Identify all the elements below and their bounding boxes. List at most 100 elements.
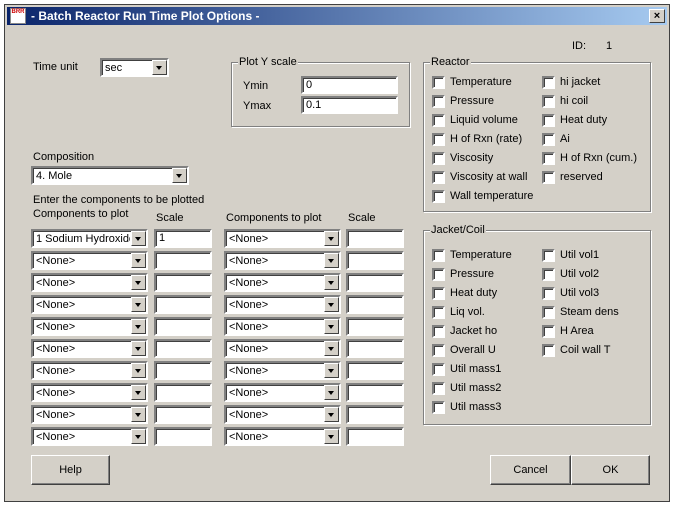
chevron-down-icon[interactable] (131, 429, 146, 444)
component-select[interactable]: <None> (224, 317, 341, 336)
chevron-down-icon[interactable] (131, 363, 146, 378)
component-select[interactable]: <None> (224, 251, 341, 270)
chevron-down-icon[interactable] (324, 385, 339, 400)
chevron-down-icon[interactable] (324, 319, 339, 334)
checkbox-box[interactable] (432, 133, 445, 146)
chevron-down-icon[interactable] (324, 275, 339, 290)
component-select[interactable]: <None> (31, 383, 148, 402)
checkbox-box[interactable] (432, 401, 445, 414)
checkbox-box[interactable] (542, 344, 555, 357)
checkbox-box[interactable] (432, 95, 445, 108)
scale-field[interactable] (154, 295, 212, 314)
chevron-down-icon[interactable] (131, 341, 146, 356)
checkbox-box[interactable] (432, 76, 445, 89)
component-select[interactable]: <None> (31, 251, 148, 270)
scale-field[interactable] (346, 295, 404, 314)
scale-field[interactable] (346, 317, 404, 336)
component-select[interactable]: <None> (224, 383, 341, 402)
ymin-field[interactable]: 0 (301, 76, 398, 94)
chevron-down-icon[interactable] (324, 363, 339, 378)
scale-field[interactable] (346, 251, 404, 270)
time-unit-select[interactable]: sec (100, 58, 169, 77)
cancel-button-label: Cancel (513, 464, 548, 476)
scale-field[interactable] (346, 361, 404, 380)
component-select[interactable]: <None> (224, 273, 341, 292)
chevron-down-icon[interactable] (324, 297, 339, 312)
composition-select[interactable]: 4. Mole (31, 166, 189, 185)
checkbox-box[interactable] (432, 363, 445, 376)
chevron-down-icon[interactable] (324, 407, 339, 422)
scale-field[interactable] (346, 229, 404, 248)
checkbox-box[interactable] (542, 152, 555, 165)
component-select[interactable]: <None> (224, 339, 341, 358)
scale-field[interactable] (154, 383, 212, 402)
checkbox-box[interactable] (542, 114, 555, 127)
checkbox-box[interactable] (432, 344, 445, 357)
scale-field[interactable] (346, 405, 404, 424)
chevron-down-icon[interactable] (131, 275, 146, 290)
chevron-down-icon[interactable] (324, 231, 339, 246)
chevron-down-icon[interactable] (324, 253, 339, 268)
component-select[interactable]: <None> (224, 405, 341, 424)
checkbox-box[interactable] (542, 76, 555, 89)
scale-field[interactable] (154, 339, 212, 358)
cancel-button[interactable]: Cancel (490, 455, 571, 485)
scale-field[interactable] (346, 273, 404, 292)
chevron-down-icon[interactable] (131, 297, 146, 312)
checkbox-box[interactable] (432, 306, 445, 319)
checkbox-box[interactable] (432, 171, 445, 184)
chevron-down-icon[interactable] (152, 60, 167, 75)
help-button[interactable]: Help (31, 455, 110, 485)
checkbox-box[interactable] (542, 171, 555, 184)
chevron-down-icon[interactable] (131, 407, 146, 422)
checkbox-box[interactable] (542, 249, 555, 262)
checkbox-box[interactable] (432, 268, 445, 281)
checkbox-box[interactable] (542, 287, 555, 300)
checkbox-box[interactable] (432, 114, 445, 127)
component-select[interactable]: <None> (224, 229, 341, 248)
component-select[interactable]: <None> (31, 295, 148, 314)
checkbox-box[interactable] (542, 268, 555, 281)
scale-field[interactable] (154, 251, 212, 270)
checkbox-box[interactable] (432, 152, 445, 165)
component-select[interactable]: 1 Sodium Hydroxide (31, 229, 148, 248)
scale-field[interactable] (154, 361, 212, 380)
checkbox-box[interactable] (432, 325, 445, 338)
checkbox-box[interactable] (432, 190, 445, 203)
chevron-down-icon[interactable] (324, 341, 339, 356)
scale-field[interactable] (346, 427, 404, 446)
scale-field[interactable] (346, 339, 404, 358)
scale-field[interactable] (154, 273, 212, 292)
scale-field[interactable] (154, 405, 212, 424)
component-select[interactable]: <None> (31, 427, 148, 446)
scale-field[interactable] (154, 427, 212, 446)
chevron-down-icon[interactable] (172, 168, 187, 183)
ymax-field[interactable]: 0.1 (301, 96, 398, 114)
scale-field[interactable] (346, 383, 404, 402)
chevron-down-icon[interactable] (131, 319, 146, 334)
checkbox-box[interactable] (432, 249, 445, 262)
component-select[interactable]: <None> (31, 317, 148, 336)
component-select[interactable]: <None> (31, 361, 148, 380)
chevron-down-icon[interactable] (324, 429, 339, 444)
scale-field[interactable]: 1 (154, 229, 212, 248)
component-select[interactable]: <None> (31, 339, 148, 358)
component-select[interactable]: <None> (31, 273, 148, 292)
component-select[interactable]: <None> (224, 361, 341, 380)
ok-button[interactable]: OK (571, 455, 650, 485)
component-select[interactable]: <None> (31, 405, 148, 424)
chevron-down-icon[interactable] (131, 385, 146, 400)
component-select[interactable]: <None> (224, 295, 341, 314)
chevron-down-icon[interactable] (131, 253, 146, 268)
checkbox-box[interactable] (432, 287, 445, 300)
scale-field[interactable] (154, 317, 212, 336)
component-name: <None> (229, 299, 269, 311)
component-select[interactable]: <None> (224, 427, 341, 446)
checkbox-box[interactable] (542, 325, 555, 338)
chevron-down-icon[interactable] (131, 231, 146, 246)
close-button[interactable]: × (649, 9, 665, 23)
checkbox-box[interactable] (542, 95, 555, 108)
checkbox-box[interactable] (432, 382, 445, 395)
checkbox-box[interactable] (542, 306, 555, 319)
checkbox-box[interactable] (542, 133, 555, 146)
